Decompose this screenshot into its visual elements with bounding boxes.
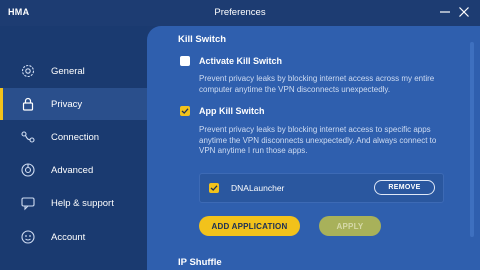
app-kill-switch-checkbox[interactable] [180, 106, 190, 116]
section-title-kill-switch: Kill Switch [178, 34, 227, 45]
sidebar-item-label: General [51, 65, 85, 77]
section-title-ip-shuffle: IP Shuffle [178, 257, 222, 268]
gear-icon [20, 63, 36, 79]
sidebar-item-label: Help & support [51, 197, 114, 209]
connection-icon [20, 129, 36, 145]
remove-button[interactable]: REMOVE [374, 180, 435, 195]
activate-kill-switch-checkbox[interactable] [180, 56, 190, 66]
activate-kill-switch-description: Prevent privacy leaks by blocking intern… [199, 74, 435, 94]
app-kill-switch-label: App Kill Switch [199, 106, 265, 116]
check-icon [210, 185, 218, 191]
window-title: Preferences [214, 7, 266, 18]
sidebar-item-advanced[interactable]: Advanced [0, 154, 147, 186]
title-bar: HMA Preferences [0, 0, 480, 26]
sidebar-item-general[interactable]: General [0, 55, 147, 87]
apply-button[interactable]: APPLY [319, 216, 381, 236]
add-application-button[interactable]: ADD APPLICATION [199, 216, 300, 236]
activate-kill-switch-label: Activate Kill Switch [199, 56, 283, 66]
app-checkbox[interactable] [209, 183, 219, 193]
sidebar-item-privacy[interactable]: Privacy [0, 88, 147, 120]
check-icon [181, 108, 189, 114]
sidebar-item-label: Privacy [51, 98, 83, 110]
app-name-label: DNALauncher [231, 183, 285, 193]
app-kill-switch-description: Prevent privacy leaks by blocking intern… [199, 125, 437, 155]
scrollbar[interactable] [470, 42, 474, 237]
gear-cog-icon [20, 162, 36, 178]
sidebar-item-connection[interactable]: Connection [0, 121, 147, 153]
sidebar-item-account[interactable]: Account [0, 221, 147, 253]
sidebar-item-help[interactable]: Help & support [0, 187, 147, 219]
sidebar-item-label: Connection [51, 131, 100, 143]
chat-icon [20, 195, 36, 211]
avatar-icon [20, 229, 36, 245]
sidebar-item-label: Account [51, 231, 86, 243]
minimize-icon[interactable] [437, 4, 453, 20]
lock-icon [20, 96, 36, 112]
sidebar-item-label: Advanced [51, 164, 94, 176]
close-icon[interactable] [456, 4, 472, 20]
